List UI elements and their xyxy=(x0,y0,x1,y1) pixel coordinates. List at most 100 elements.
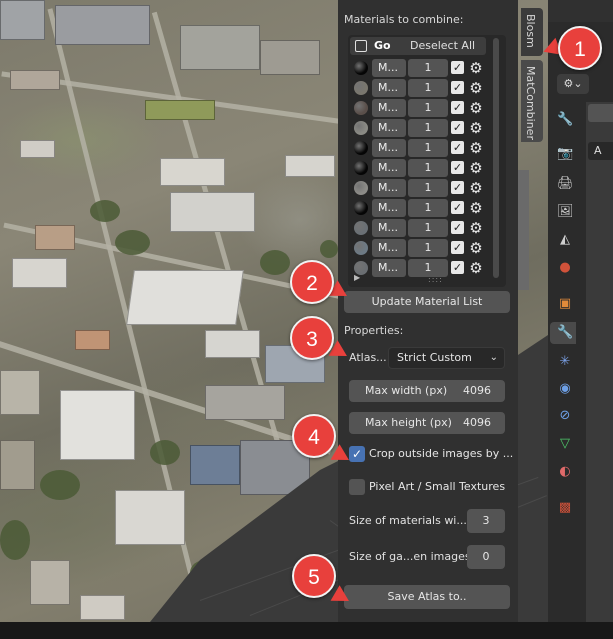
material-preview-icon xyxy=(354,181,368,195)
gear-icon[interactable]: ⚙ xyxy=(468,260,484,276)
gear-icon[interactable]: ⚙ xyxy=(468,220,484,236)
save-atlas-button[interactable]: Save Atlas to.. xyxy=(344,585,510,609)
material-name[interactable]: M... xyxy=(372,159,406,177)
gear-icon[interactable]: ⚙ xyxy=(468,140,484,156)
gear-icon[interactable]: ⚙ xyxy=(468,200,484,216)
materials-list[interactable]: Go Deselect All M... 1 ✓ ⚙ M... 1 ✓ ⚙ M... 1 ✓ ⚙ M..… xyxy=(348,35,506,287)
building xyxy=(145,100,215,120)
callout-5: 5 xyxy=(292,554,336,598)
output-icon[interactable]: 🖨 xyxy=(557,176,574,192)
material-row[interactable]: M... 1 ✓ ⚙ xyxy=(350,119,490,137)
material-row[interactable]: M... 1 ✓ ⚙ xyxy=(350,239,490,257)
material-count-input[interactable]: 1 xyxy=(408,179,448,197)
material-row[interactable]: M... 1 ✓ ⚙ xyxy=(350,179,490,197)
particles-icon[interactable]: ✳ xyxy=(557,354,573,370)
material-count-input[interactable]: 1 xyxy=(408,59,448,77)
object-icon[interactable]: ▣ xyxy=(557,296,573,312)
deselect-all-button[interactable]: Deselect All xyxy=(410,39,475,52)
material-include-checkbox[interactable]: ✓ xyxy=(451,161,464,174)
material-count-input[interactable]: 1 xyxy=(408,119,448,137)
atlas-type-select[interactable]: Strict Custom ⌄ xyxy=(388,347,505,369)
material-name[interactable]: M... xyxy=(372,179,406,197)
material-include-checkbox[interactable]: ✓ xyxy=(451,81,464,94)
tree xyxy=(150,440,180,465)
material-preview-icon xyxy=(354,141,368,155)
tool-icon[interactable]: 🔧 xyxy=(557,112,573,128)
max-width-value: 4096 xyxy=(463,384,491,397)
physics-icon[interactable]: ◉ xyxy=(557,381,573,397)
material-row[interactable]: M... 1 ✓ ⚙ xyxy=(350,199,490,217)
material-row[interactable]: M... 1 ✓ ⚙ xyxy=(350,59,490,77)
pixel-art-checkbox-row[interactable]: Pixel Art / Small Textures xyxy=(349,479,509,497)
material-count-input[interactable]: 1 xyxy=(408,99,448,117)
material-row[interactable]: M... 1 ✓ ⚙ xyxy=(350,99,490,117)
material-name[interactable]: M... xyxy=(372,59,406,77)
material-include-checkbox[interactable]: ✓ xyxy=(451,201,464,214)
material-name[interactable]: M... xyxy=(372,239,406,257)
crop-outside-checkbox-row[interactable]: ✓ Crop outside images by ... xyxy=(349,446,513,464)
material-count-input[interactable]: 1 xyxy=(408,239,448,257)
modifier-wrench-icon[interactable]: 🔧 xyxy=(557,325,573,341)
building xyxy=(285,155,335,177)
expand-arrow-icon[interactable]: ▶ xyxy=(354,273,360,282)
material-row[interactable]: M... 1 ✓ ⚙ xyxy=(350,159,490,177)
material-include-checkbox[interactable]: ✓ xyxy=(451,181,464,194)
properties-field[interactable]: A xyxy=(588,142,613,160)
list-resize-grip[interactable]: :::: xyxy=(428,275,443,284)
material-include-checkbox[interactable]: ✓ xyxy=(451,101,464,114)
max-height-field[interactable]: Max height (px) 4096 xyxy=(349,412,505,434)
data-icon[interactable]: ▽ xyxy=(557,436,573,452)
material-row[interactable]: M... 1 ✓ ⚙ xyxy=(350,219,490,237)
list-scrollbar[interactable] xyxy=(493,38,499,278)
material-name[interactable]: M... xyxy=(372,119,406,137)
view-layer-icon[interactable]: 🖼 xyxy=(557,204,574,220)
cube-icon[interactable] xyxy=(355,40,367,52)
size-gaps-input[interactable]: 0 xyxy=(467,545,505,569)
material-count-input[interactable]: 1 xyxy=(408,79,448,97)
material-count-input[interactable]: 1 xyxy=(408,159,448,177)
update-material-list-button[interactable]: Update Material List xyxy=(344,291,510,313)
material-include-checkbox[interactable]: ✓ xyxy=(451,121,464,134)
material-count-input[interactable]: 1 xyxy=(408,139,448,157)
material-include-checkbox[interactable]: ✓ xyxy=(451,61,464,74)
material-name[interactable]: M... xyxy=(372,199,406,217)
building xyxy=(0,370,40,415)
pixel-art-checkbox[interactable] xyxy=(349,479,365,495)
editor-type-button[interactable]: ⚙⌄ xyxy=(557,74,589,94)
material-include-checkbox[interactable]: ✓ xyxy=(451,261,464,274)
material-name[interactable]: M... xyxy=(372,139,406,157)
world-icon[interactable]: ● xyxy=(557,260,573,276)
building xyxy=(115,490,185,545)
material-include-checkbox[interactable]: ✓ xyxy=(451,141,464,154)
material-name[interactable]: M... xyxy=(372,99,406,117)
gear-icon[interactable]: ⚙ xyxy=(468,180,484,196)
material-icon[interactable]: ◐ xyxy=(557,464,573,480)
tab-matcombiner[interactable]: MatCombiner xyxy=(521,60,543,142)
matcombiner-panel: Materials to combine: Go Deselect All M.… xyxy=(338,0,518,622)
render-icon[interactable]: 📷 xyxy=(557,146,573,162)
scene-icon[interactable]: ◭ xyxy=(557,232,573,248)
constraints-icon[interactable]: ⊘ xyxy=(557,408,573,424)
gear-icon[interactable]: ⚙ xyxy=(468,100,484,116)
material-count-input[interactable]: 1 xyxy=(408,219,448,237)
material-count-input[interactable]: 1 xyxy=(408,199,448,217)
go-button[interactable]: Go xyxy=(374,39,391,52)
gear-icon[interactable]: ⚙ xyxy=(468,80,484,96)
gear-icon[interactable]: ⚙ xyxy=(468,160,484,176)
material-include-checkbox[interactable]: ✓ xyxy=(451,241,464,254)
material-name[interactable]: M... xyxy=(372,79,406,97)
size-materials-input[interactable]: 3 xyxy=(467,509,505,533)
material-row[interactable]: M... 1 ✓ ⚙ xyxy=(350,79,490,97)
tab-blosm[interactable]: Blosm xyxy=(521,8,543,56)
material-name[interactable]: M... xyxy=(372,259,406,277)
material-name[interactable]: M... xyxy=(372,219,406,237)
max-width-field[interactable]: Max width (px) 4096 xyxy=(349,380,505,402)
gear-icon[interactable]: ⚙ xyxy=(468,240,484,256)
material-row[interactable]: M... 1 ✓ ⚙ xyxy=(350,259,490,277)
properties-field[interactable] xyxy=(588,104,613,122)
gear-icon[interactable]: ⚙ xyxy=(468,60,484,76)
gear-icon[interactable]: ⚙ xyxy=(468,120,484,136)
texture-icon[interactable]: ▩ xyxy=(557,500,573,516)
material-row[interactable]: M... 1 ✓ ⚙ xyxy=(350,139,490,157)
material-include-checkbox[interactable]: ✓ xyxy=(451,221,464,234)
